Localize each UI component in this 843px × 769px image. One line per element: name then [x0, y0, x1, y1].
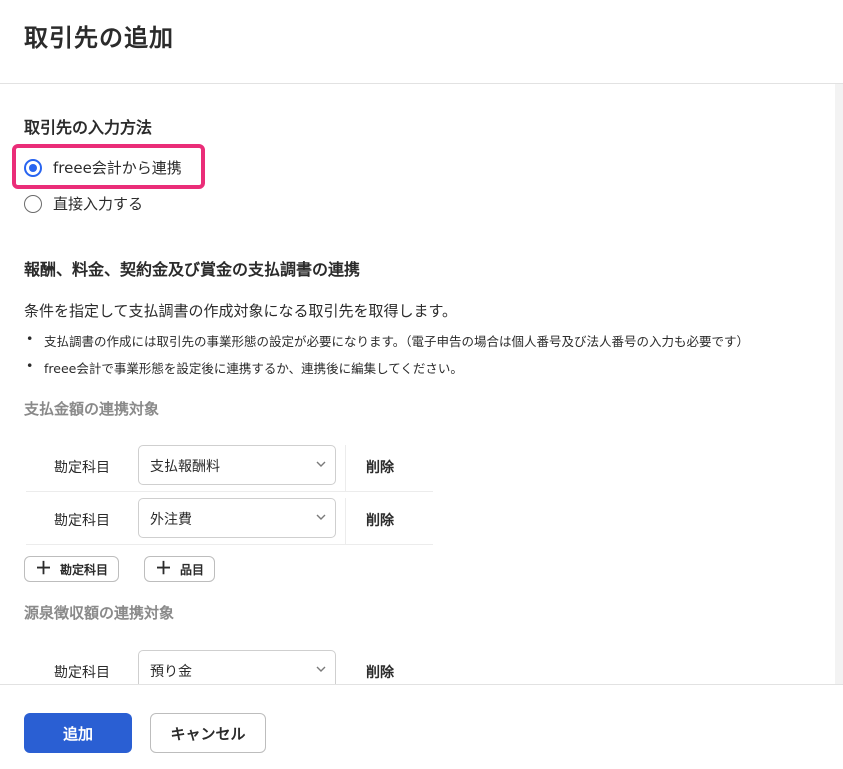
payment-target-title: 支払金額の連携対象 — [24, 400, 160, 418]
radio-label: freee会計から連携 — [53, 159, 182, 177]
radio-option-manual[interactable]: 直接入力する — [24, 193, 143, 214]
dialog-title: 取引先の追加 — [24, 24, 174, 52]
divider — [345, 445, 346, 491]
scrollbar[interactable] — [835, 84, 843, 684]
account-select[interactable]: 支払報酬料 — [138, 445, 336, 485]
account-label: 勘定科目 — [54, 665, 110, 681]
integration-description: 条件を指定して支払調書の作成対象になる取引先を取得します。 — [24, 302, 458, 320]
radio-option-freee[interactable]: freee会計から連携 — [24, 157, 182, 178]
select-value: 支払報酬料 — [150, 459, 220, 475]
add-button[interactable]: 追加 — [24, 713, 132, 753]
select-value: 外注費 — [150, 512, 192, 528]
account-row: 勘定科目 預り金 削除 — [26, 650, 436, 684]
delete-button[interactable]: 削除 — [366, 510, 394, 530]
add-item-button[interactable]: ＋ 品目 — [144, 556, 216, 582]
chevron-down-icon — [316, 461, 326, 467]
account-row: 勘定科目 外注費 削除 — [26, 498, 436, 545]
add-account-label: 勘定科目 — [60, 562, 109, 577]
account-select[interactable]: 預り金 — [138, 650, 336, 684]
radio-unchecked-icon[interactable] — [24, 194, 42, 213]
account-select[interactable]: 外注費 — [138, 498, 336, 538]
plus-icon: ＋ — [35, 558, 52, 579]
select-value: 預り金 — [150, 664, 192, 680]
dialog-body[interactable]: 取引先の入力方法 freee会計から連携 直接入力する 報酬、料金、契約金及び賞… — [0, 84, 843, 684]
divider — [345, 498, 346, 544]
cancel-button[interactable]: キャンセル — [150, 713, 266, 753]
row-divider — [26, 491, 433, 492]
add-account-button[interactable]: ＋ 勘定科目 — [24, 556, 120, 582]
plus-icon: ＋ — [155, 558, 172, 579]
input-method-title: 取引先の入力方法 — [24, 118, 153, 137]
account-label: 勘定科目 — [54, 513, 110, 529]
radio-checked-icon[interactable] — [24, 158, 42, 177]
delete-button[interactable]: 削除 — [366, 457, 394, 477]
radio-label: 直接入力する — [53, 195, 144, 213]
chevron-down-icon — [316, 666, 326, 672]
integration-title: 報酬、料金、契約金及び賞金の支払調書の連携 — [24, 260, 361, 279]
dialog-header: 取引先の追加 — [0, 0, 843, 84]
bullet-item: 支払調書の作成には取引先の事業形態の設定が必要になります。（電子申告の場合は個人… — [26, 331, 749, 350]
account-row: 勘定科目 支払報酬料 削除 — [26, 445, 436, 492]
row-divider — [26, 544, 433, 545]
bullet-item: freee会計で事業形態を設定後に連携するか、連携後に編集してください。 — [26, 358, 463, 377]
add-client-dialog: 取引先の追加 取引先の入力方法 freee会計から連携 直接入力する 報酬、料金… — [0, 0, 843, 769]
chevron-down-icon — [316, 514, 326, 520]
account-label: 勘定科目 — [54, 460, 110, 476]
dialog-footer: 追加 キャンセル — [0, 684, 843, 769]
delete-button[interactable]: 削除 — [366, 662, 394, 682]
withholding-target-title: 源泉徴収額の連携対象 — [24, 604, 175, 622]
add-item-label: 品目 — [180, 562, 205, 577]
